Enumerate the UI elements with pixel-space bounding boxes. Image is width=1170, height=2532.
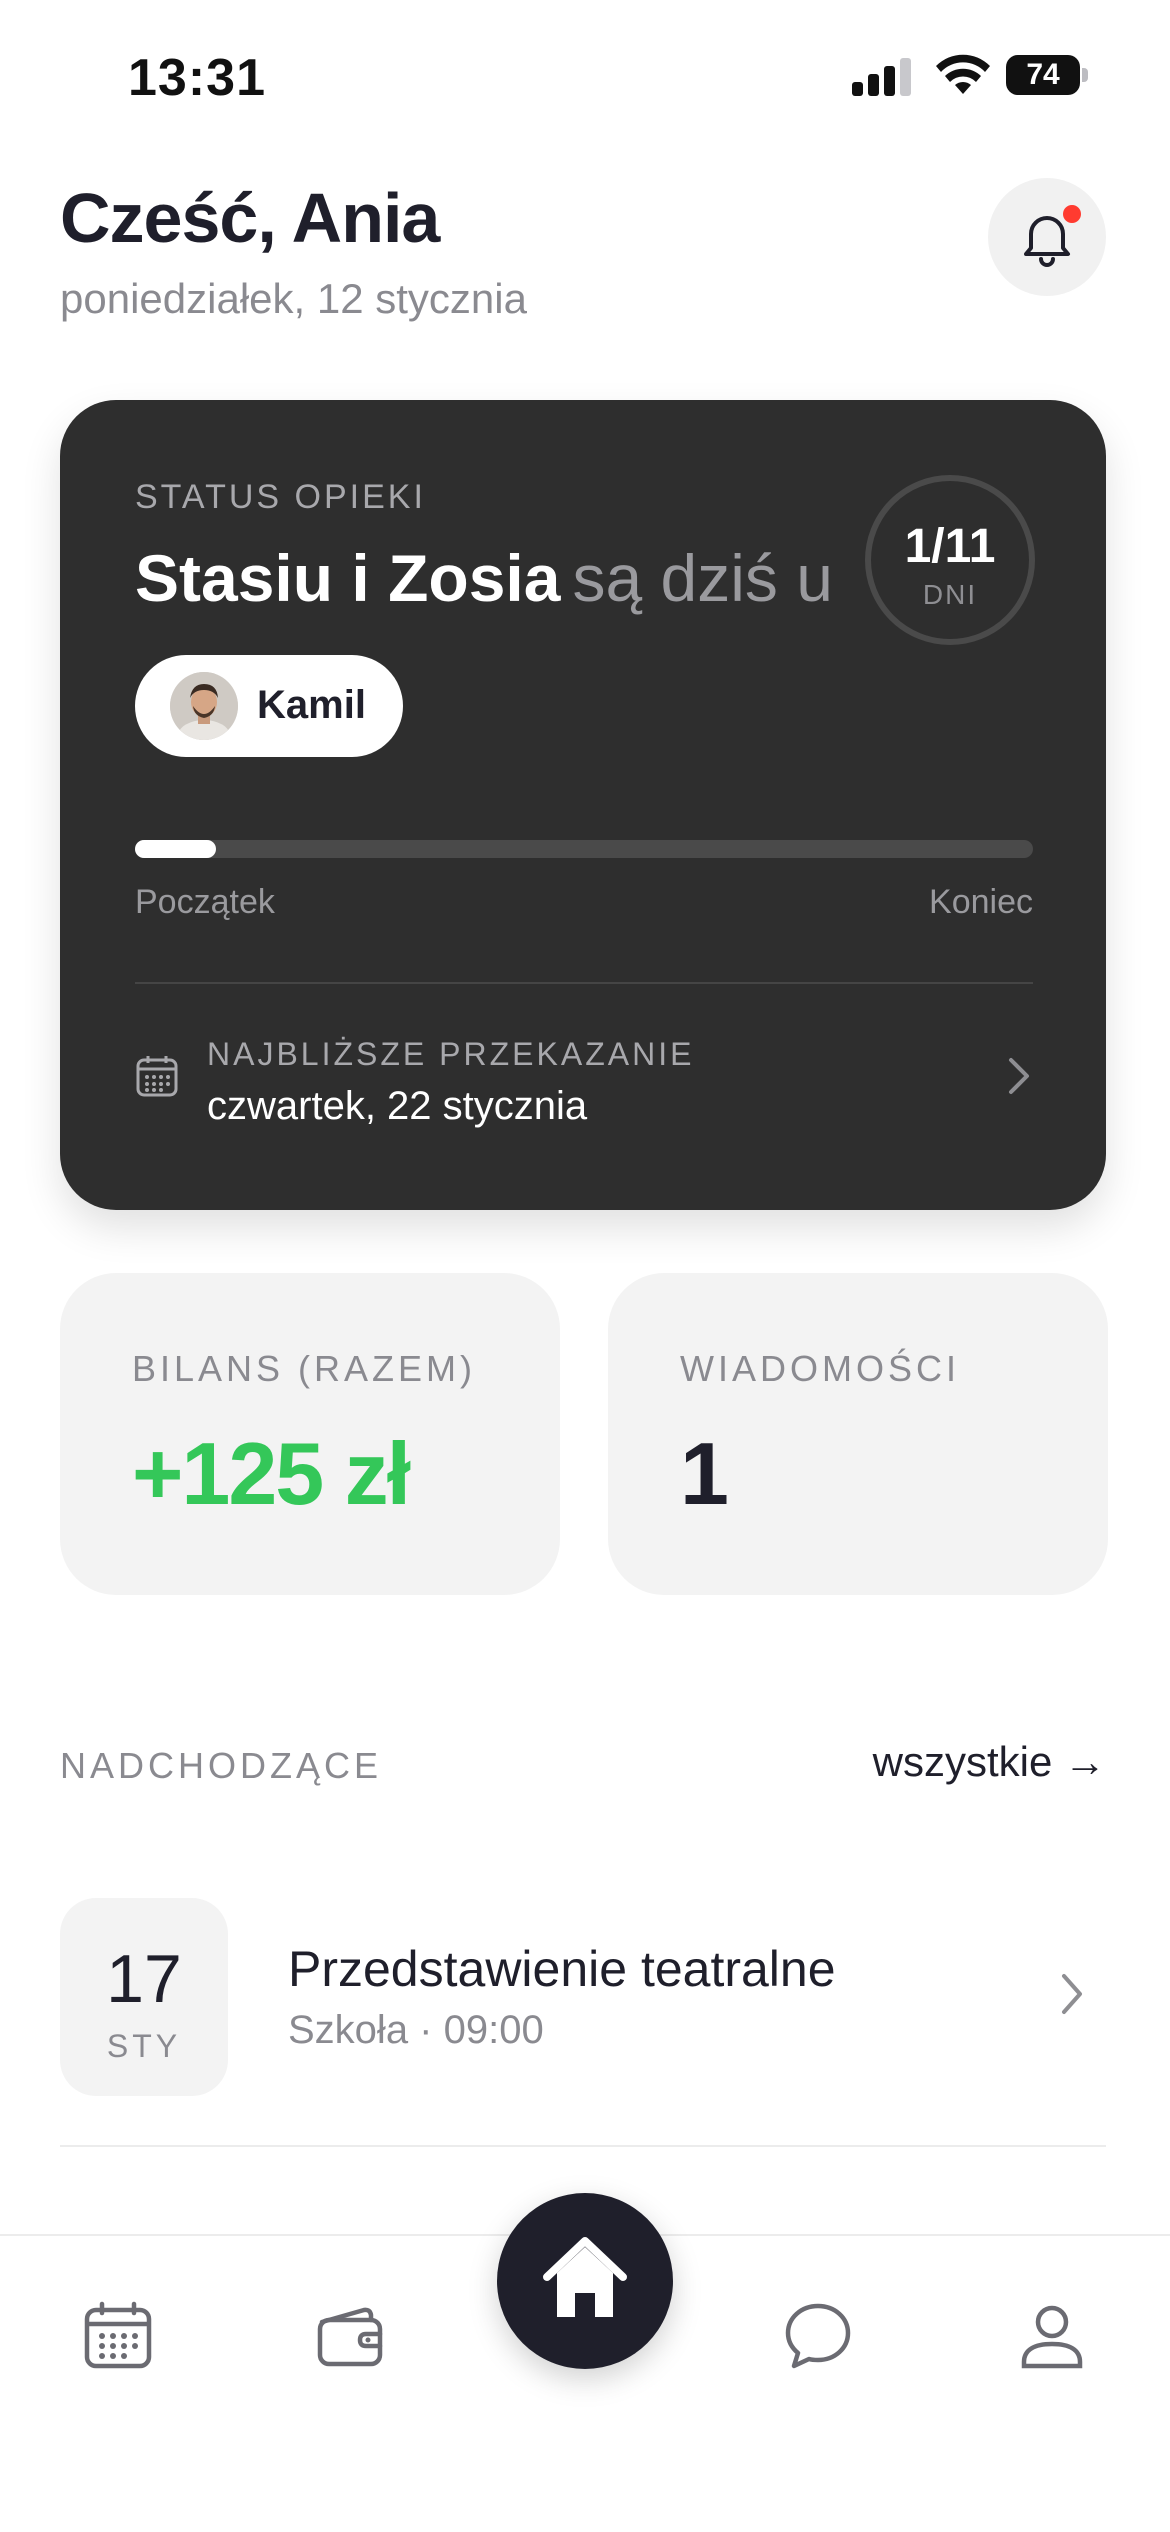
event-title: Przedstawienie teatralne: [288, 1941, 836, 1997]
status-time: 13:31: [128, 49, 266, 107]
tab-wallet[interactable]: [290, 2276, 410, 2396]
balance-card[interactable]: BILANS (RAZEM) +125 zł: [60, 1273, 560, 1595]
messages-label: WIADOMOŚCI: [680, 1348, 960, 1389]
days-value: 1/11: [904, 520, 996, 573]
home-icon: [543, 2237, 627, 2317]
notifications-button[interactable]: [988, 178, 1106, 296]
tab-home-button[interactable]: [497, 2193, 673, 2369]
event-month: STY: [106, 2028, 182, 2064]
balance-label: BILANS (RAZEM): [132, 1348, 477, 1389]
divider: [60, 2145, 1106, 2147]
next-handover-label: NAJBLIŻSZE PRZEKAZANIE: [207, 1036, 695, 1072]
custody-status-text: są dziś u: [572, 541, 833, 615]
calendar-icon: [136, 1056, 178, 1097]
messages-count: 1: [680, 1424, 729, 1523]
event-date-badge: 17 STY: [60, 1898, 228, 2096]
divider: [135, 982, 1033, 984]
calendar-icon: [84, 2301, 152, 2369]
children-names: Stasiu i Zosia: [135, 541, 561, 615]
custody-status-card: STATUS OPIEKI Stasiu i Zosia są dziś u 1/…: [60, 400, 1106, 1210]
battery-icon: 74: [1006, 55, 1088, 95]
event-subtitle: Szkoła · 09:00: [288, 2008, 544, 2052]
upcoming-section-title: NADCHODZĄCE: [60, 1745, 383, 1786]
custody-status-label: STATUS OPIEKI: [135, 478, 426, 516]
progress-start-label: Początek: [135, 883, 275, 921]
parent-name: Kamil: [257, 683, 366, 727]
profile-icon: [1021, 2305, 1083, 2369]
current-date: poniedziałek, 12 stycznia: [60, 275, 527, 322]
custody-status-title: Stasiu i Zosia są dziś u: [135, 540, 833, 616]
messages-card[interactable]: WIADOMOŚCI 1: [608, 1273, 1108, 1595]
notification-badge: [1060, 202, 1084, 226]
cellular-signal-icon: [852, 56, 912, 96]
event-day: 17: [106, 1941, 182, 2017]
balance-value: +125 zł: [132, 1424, 411, 1523]
chevron-right-icon: [1062, 1974, 1082, 2014]
wallet-icon: [317, 2307, 383, 2367]
status-bar: 13:31 74: [0, 0, 1170, 150]
list-item[interactable]: 17 STY Przedstawienie teatralne Szkoła ·…: [60, 1898, 1106, 2098]
tab-profile[interactable]: [992, 2276, 1112, 2396]
wifi-icon: [936, 54, 990, 94]
avatar: [170, 672, 238, 740]
chat-icon: [785, 2303, 851, 2369]
see-all-link[interactable]: wszystkie →: [873, 1738, 1106, 1786]
next-handover-row[interactable]: NAJBLIŻSZE PRZEKAZANIE czwartek, 22 styc…: [135, 1030, 1033, 1140]
chevron-right-icon: [1009, 1058, 1029, 1094]
days-unit: DNI: [922, 579, 978, 610]
custody-progress-bar: [135, 840, 1033, 858]
current-parent-chip[interactable]: Kamil: [135, 655, 403, 757]
progress-end-label: Koniec: [929, 883, 1033, 921]
tab-calendar[interactable]: [58, 2276, 178, 2396]
days-counter: 1/11 DNI: [865, 475, 1035, 645]
next-handover-date: czwartek, 22 stycznia: [207, 1084, 588, 1128]
greeting-title: Cześć, Ania: [60, 179, 440, 257]
tab-messages[interactable]: [758, 2276, 878, 2396]
battery-level: 74: [1006, 55, 1080, 95]
custody-progress-fill: [135, 840, 216, 858]
